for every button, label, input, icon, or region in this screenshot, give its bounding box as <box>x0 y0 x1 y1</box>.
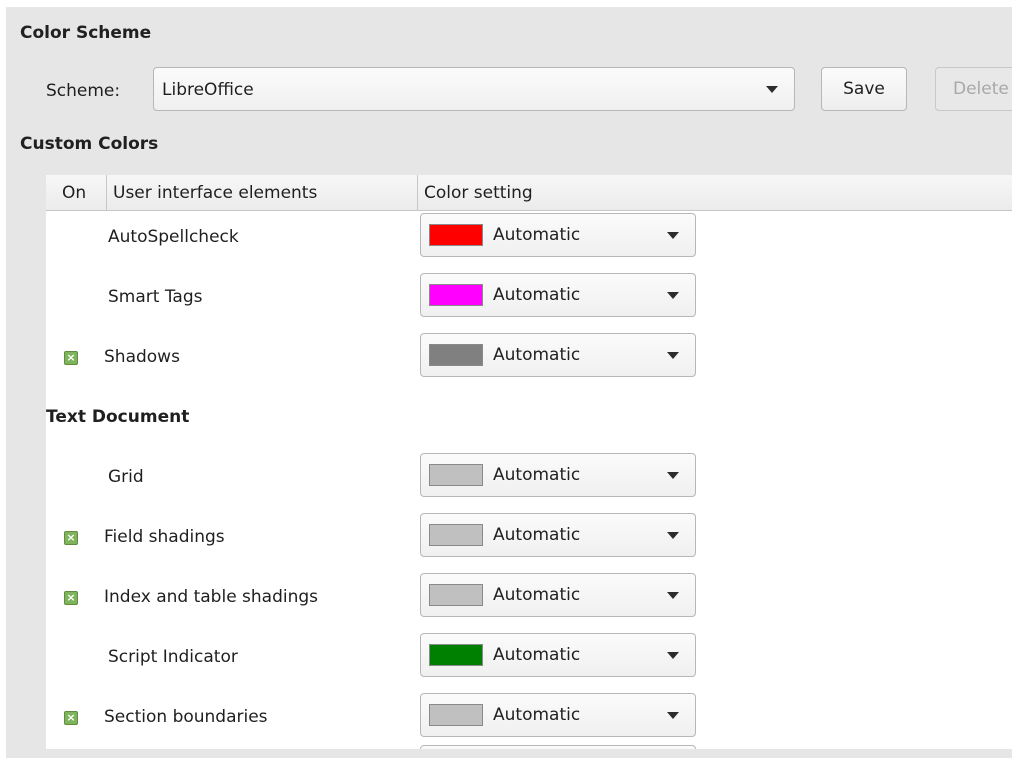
chevron-down-icon <box>667 352 679 359</box>
color-dropdown-value: Automatic <box>493 225 581 245</box>
color-swatch <box>429 524 483 546</box>
color-scheme-heading: Color Scheme <box>20 23 152 43</box>
color-dropdown-value: Automatic <box>493 525 581 545</box>
chevron-down-icon <box>667 472 679 479</box>
color-dropdown-value: Automatic <box>493 645 581 665</box>
scheme-dropdown[interactable]: LibreOffice <box>153 67 795 111</box>
color-dropdown-index-and-table-shadings[interactable]: Automatic <box>420 573 696 617</box>
chevron-down-icon <box>667 532 679 539</box>
checkbox-checked-icon[interactable]: × <box>64 591 78 605</box>
color-dropdown-autospellcheck[interactable]: Automatic <box>420 213 696 257</box>
row-label-shadows: Shadows <box>104 347 180 367</box>
chevron-down-icon <box>766 86 778 93</box>
table-header: On User interface elements Color setting <box>46 175 1012 211</box>
column-header-on[interactable]: On <box>46 175 107 211</box>
color-swatch <box>429 584 483 606</box>
color-dropdown-next[interactable] <box>420 745 696 749</box>
scheme-dropdown-value: LibreOffice <box>162 80 254 100</box>
color-swatch <box>429 464 483 486</box>
checkbox-checked-icon[interactable]: × <box>64 531 78 545</box>
chevron-down-icon <box>667 292 679 299</box>
checkbox-checked-icon[interactable]: × <box>64 351 78 365</box>
color-dropdown-smart-tags[interactable]: Automatic <box>420 273 696 317</box>
color-dropdown-shadows[interactable]: Automatic <box>420 333 696 377</box>
custom-colors-table[interactable]: On User interface elements Color setting… <box>46 175 1012 749</box>
chevron-down-icon <box>667 232 679 239</box>
color-dropdown-value: Automatic <box>493 585 581 605</box>
chevron-down-icon <box>667 712 679 719</box>
custom-colors-heading: Custom Colors <box>20 134 159 154</box>
color-dropdown-value: Automatic <box>493 465 581 485</box>
color-dropdown-value: Automatic <box>493 345 581 365</box>
color-swatch <box>429 224 483 246</box>
group-label-text-document: Text Document <box>46 407 190 427</box>
color-dropdown-script-indicator[interactable]: Automatic <box>420 633 696 677</box>
row-label-field-shadings: Field shadings <box>104 527 225 547</box>
color-dropdown-field-shadings[interactable]: Automatic <box>420 513 696 557</box>
delete-button[interactable]: Delete <box>935 67 1012 111</box>
color-swatch <box>429 644 483 666</box>
row-label-grid: Grid <box>108 467 144 487</box>
chevron-down-icon <box>667 592 679 599</box>
chevron-down-icon <box>667 652 679 659</box>
column-header-color-setting[interactable]: Color setting <box>418 175 1012 211</box>
color-dropdown-section-boundaries[interactable]: Automatic <box>420 693 696 737</box>
scheme-label: Scheme: <box>46 81 121 101</box>
column-header-ui-elements[interactable]: User interface elements <box>107 175 418 211</box>
color-dropdown-grid[interactable]: Automatic <box>420 453 696 497</box>
row-label-smart-tags: Smart Tags <box>108 287 203 307</box>
row-label-autospellcheck: AutoSpellcheck <box>108 227 239 247</box>
checkbox-checked-icon[interactable]: × <box>64 711 78 725</box>
color-swatch <box>429 344 483 366</box>
row-label-index-and-table-shadings: Index and table shadings <box>104 587 319 607</box>
color-swatch <box>429 704 483 726</box>
options-dialog: Color Scheme Scheme: LibreOffice Save De… <box>6 7 1012 758</box>
row-label-script-indicator: Script Indicator <box>108 647 238 667</box>
row-label-section-boundaries: Section boundaries <box>104 707 268 727</box>
save-button[interactable]: Save <box>821 67 907 111</box>
color-swatch <box>429 284 483 306</box>
color-dropdown-value: Automatic <box>493 705 581 725</box>
color-dropdown-value: Automatic <box>493 285 581 305</box>
